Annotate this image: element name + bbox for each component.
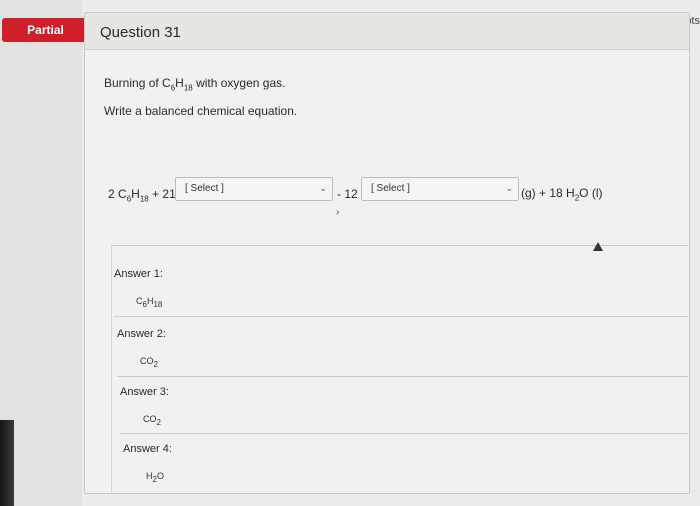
equation-coefficient-2: - 12 — [337, 187, 358, 201]
chevron-right-icon: › — [336, 207, 340, 218]
answer-divider — [114, 316, 688, 317]
answer-value: CO2 — [140, 356, 158, 369]
select-dropdown-2[interactable]: [ Select ] ⌄ — [361, 177, 519, 201]
question-title: Question 31 — [100, 24, 181, 41]
answer-label: Answer 1: — [114, 268, 163, 280]
question-header: Question 31 — [85, 13, 689, 50]
select-dropdown-1[interactable]: [ Select ] ⌄ — [175, 177, 333, 201]
window-edge — [0, 420, 14, 506]
question-instruction: Write a balanced chemical equation. — [104, 104, 298, 118]
answer-label: Answer 3: — [120, 386, 169, 398]
answer-label: Answer 2: — [117, 328, 166, 340]
status-badge: Partial — [2, 18, 89, 42]
answer-divider — [120, 433, 688, 434]
equation-products: (g) + 18 H2O (l) — [521, 186, 603, 203]
answers-panel: Answer 1: C6H18 Answer 2: CO2 Answer 3: … — [111, 245, 688, 492]
question-card: Question 31 Burning of C6H18 with oxygen… — [84, 12, 690, 494]
equation-reactant: 2 C6H18 + 21 — [108, 187, 176, 204]
chevron-down-icon: ⌄ — [505, 183, 513, 193]
answer-value: H2O — [146, 471, 164, 484]
chevron-down-icon: ⌄ — [319, 183, 327, 193]
question-prompt: Burning of C6H18 with oxygen gas. — [104, 76, 286, 93]
answer-value: CO2 — [143, 414, 161, 427]
answer-value: C6H18 — [136, 296, 163, 309]
mouse-cursor-icon — [593, 242, 603, 251]
answer-label: Answer 4: — [123, 443, 172, 455]
answer-divider — [117, 376, 688, 377]
